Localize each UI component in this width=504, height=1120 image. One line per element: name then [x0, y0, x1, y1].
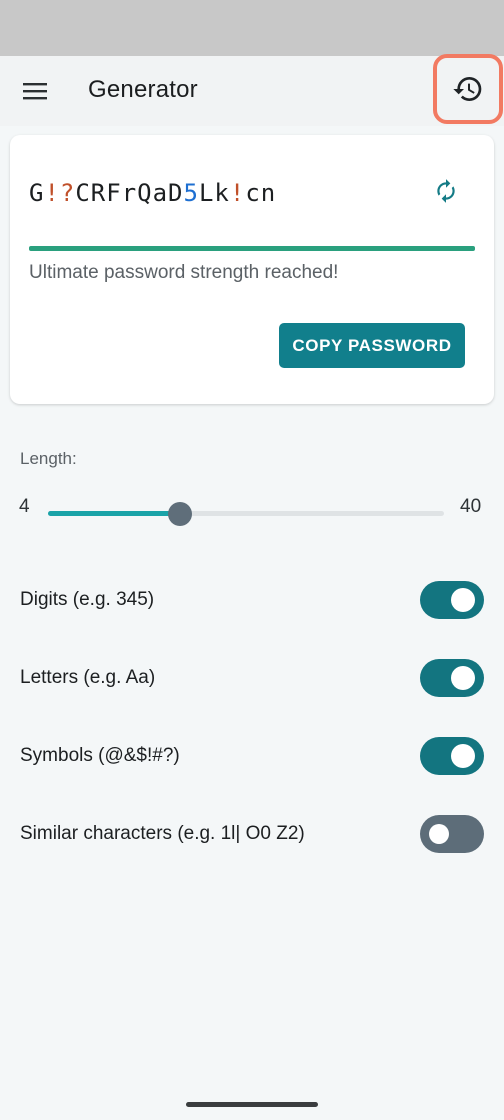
status-bar — [0, 0, 504, 56]
strength-bar — [29, 246, 475, 251]
password-segment: !? — [44, 179, 76, 207]
password-segment: G — [29, 179, 45, 207]
length-label: Length: — [20, 449, 77, 468]
strength-text: Ultimate password strength reached! — [29, 262, 339, 283]
length-slider-fill — [48, 511, 180, 516]
refresh-icon — [437, 179, 455, 203]
password-segment: ! — [229, 179, 246, 207]
similar-characters-toggle[interactable] — [420, 815, 484, 853]
generated-password: G!?CRFrQaD5Lk!cn — [29, 179, 276, 207]
length-slider[interactable] — [48, 501, 444, 526]
password-segment: 5 — [183, 179, 199, 207]
option-digits: Digits (e.g. 345) — [0, 575, 504, 625]
digits-toggle[interactable] — [420, 581, 484, 619]
length-min-label: 4 — [19, 496, 30, 517]
option-letters-label: Letters (e.g. Aa) — [20, 667, 156, 688]
app-bar: Generator — [0, 54, 504, 126]
option-letters: Letters (e.g. Aa) — [0, 653, 504, 703]
toggle-knob — [451, 744, 475, 768]
letters-toggle[interactable] — [420, 659, 484, 697]
menu-button[interactable] — [14, 70, 56, 112]
hamburger-menu-icon — [23, 83, 47, 100]
copy-password-button[interactable]: COPY PASSWORD — [279, 323, 465, 368]
home-indicator — [186, 1102, 318, 1107]
page-title: Generator — [88, 76, 198, 103]
history-button[interactable] — [433, 54, 503, 124]
length-slider-thumb[interactable] — [168, 501, 192, 526]
option-symbols: Symbols (@&$!#?) — [0, 731, 504, 781]
regenerate-button[interactable] — [428, 173, 464, 209]
password-segment: CRFrQaD — [75, 179, 184, 207]
length-max-label: 40 — [460, 496, 482, 517]
password-segment: cn — [245, 179, 277, 207]
option-similar-label: Similar characters (e.g. 1l| O0 Z2) — [20, 823, 305, 844]
password-segment: Lk — [198, 179, 230, 207]
history-icon — [453, 77, 482, 102]
option-symbols-label: Symbols (@&$!#?) — [20, 745, 180, 766]
password-card: G!?CRFrQaD5Lk!cn Ultimate password stren… — [10, 135, 494, 404]
option-digits-label: Digits (e.g. 345) — [20, 589, 155, 610]
toggle-knob — [429, 824, 449, 844]
toggle-knob — [451, 588, 475, 612]
option-similar-characters: Similar characters (e.g. 1l| O0 Z2) — [0, 809, 504, 859]
symbols-toggle[interactable] — [420, 737, 484, 775]
toggle-knob — [451, 666, 475, 690]
